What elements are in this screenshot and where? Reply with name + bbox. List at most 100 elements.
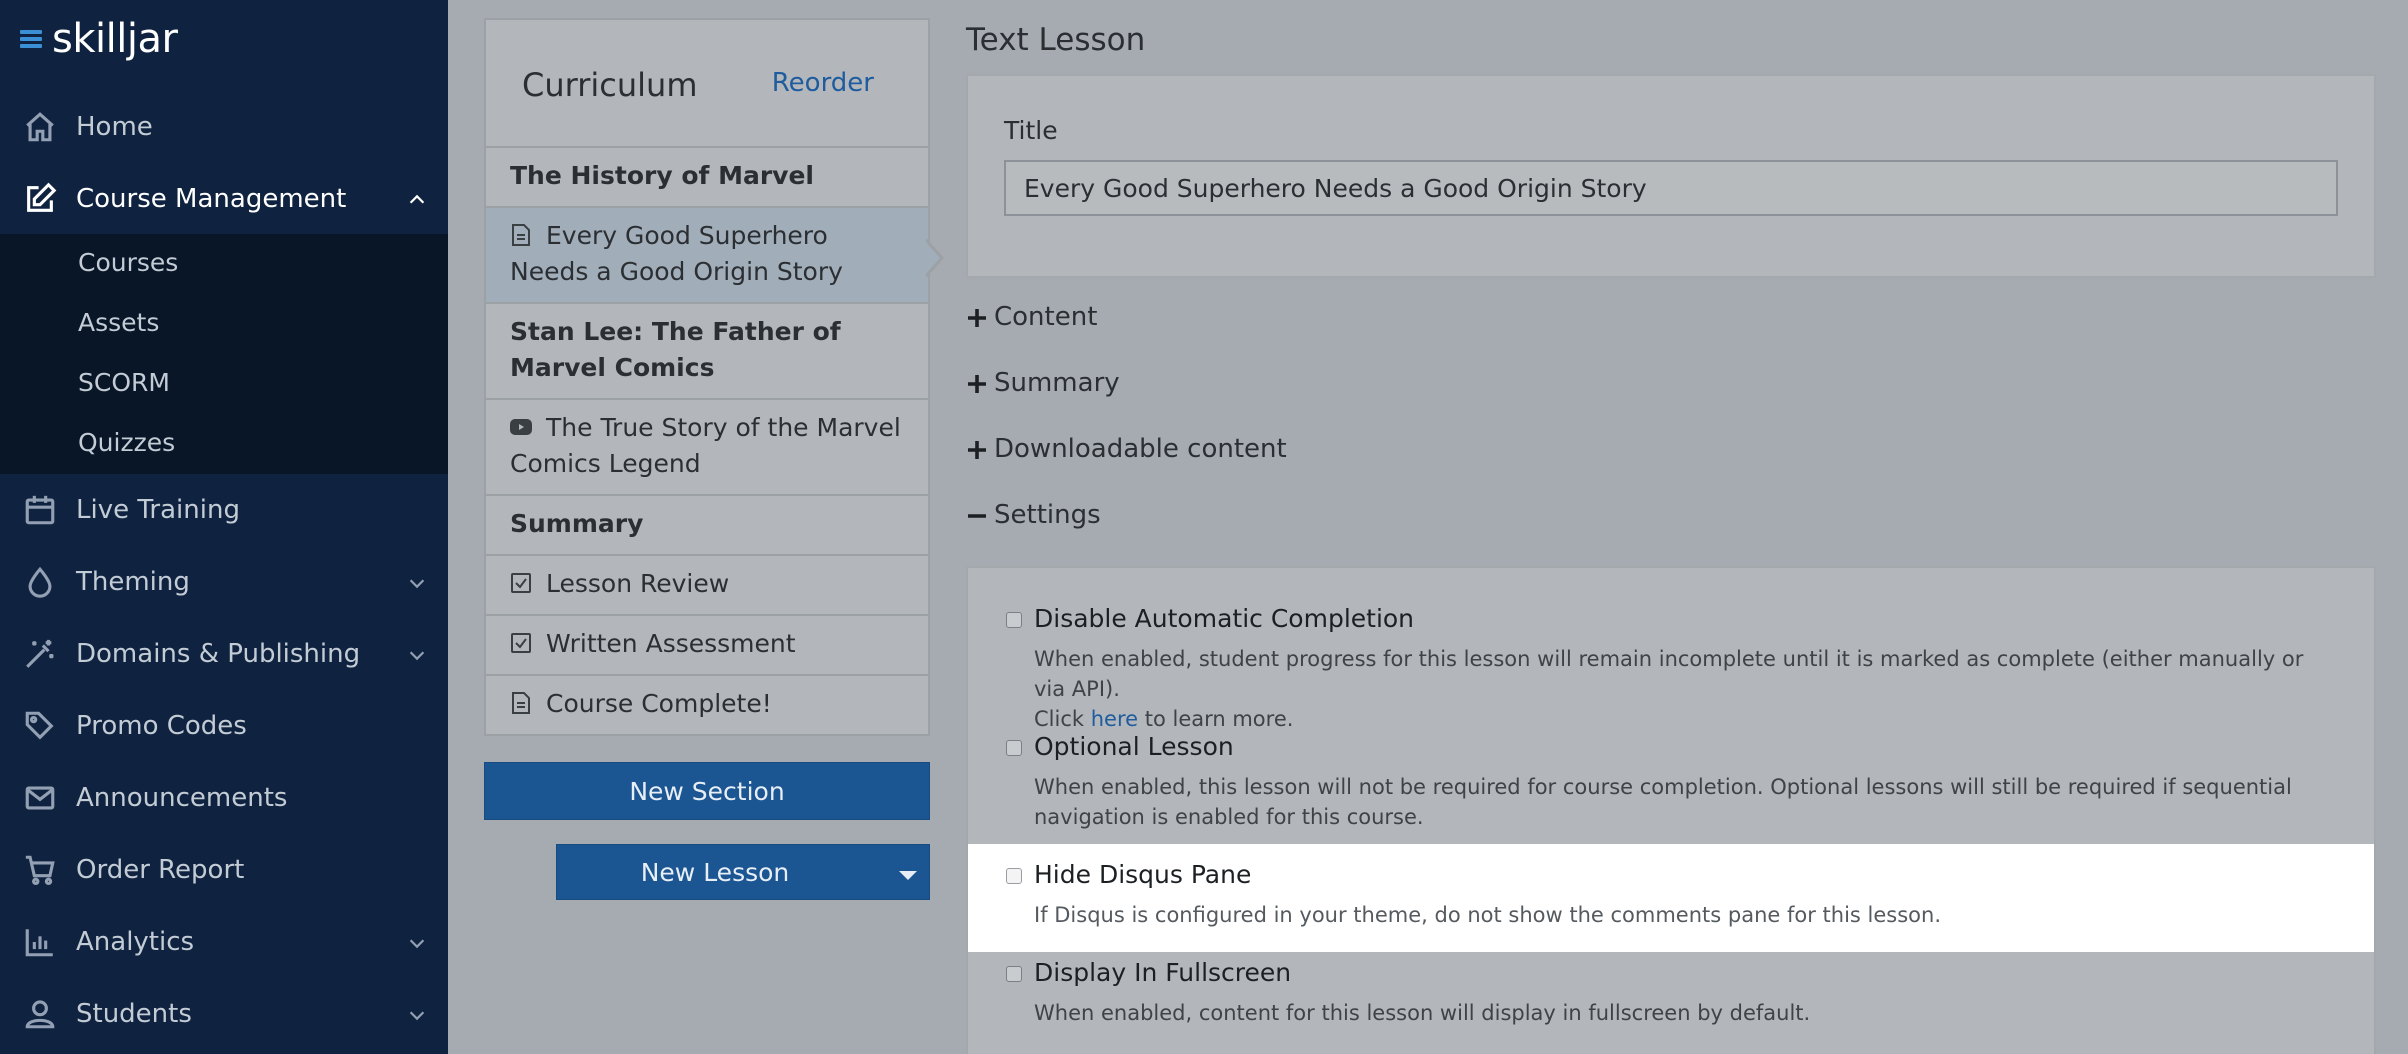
setting-display-in-fullscreen: Display In Fullscreen When enabled, cont…	[968, 952, 2374, 1052]
setting-title: Optional Lesson	[1034, 732, 1234, 761]
curriculum-title: Curriculum	[522, 66, 698, 104]
sidebar-item-label: Order Report	[76, 855, 245, 885]
caret-down-icon[interactable]	[899, 871, 917, 880]
curriculum-section[interactable]: Stan Lee: The Father of Marvel Comics	[484, 304, 930, 400]
sidebar-subitem-scorm[interactable]: SCORM	[78, 368, 170, 397]
curriculum-section[interactable]: Summary	[484, 496, 930, 556]
magic-wand-icon	[22, 636, 58, 672]
sidebar-item-label: Students	[76, 999, 192, 1029]
minus-icon	[966, 504, 988, 526]
curriculum-lesson[interactable]: The True Story of the Marvel Comics Lege…	[484, 400, 930, 496]
chevron-down-icon	[406, 931, 428, 953]
title-panel: Title Every Good Superhero Needs a Good …	[966, 74, 2376, 278]
logo-text: skilljar	[52, 16, 178, 62]
sidebar-item-label: Promo Codes	[76, 711, 247, 741]
lesson-title: Every Good Superhero Needs a Good Origin…	[510, 221, 843, 286]
lesson-title: Course Complete!	[546, 689, 772, 718]
chevron-up-icon	[406, 188, 428, 210]
checkbox-icon	[510, 629, 532, 653]
plus-icon	[966, 438, 988, 460]
selection-pointer-fill	[924, 240, 940, 276]
sidebar-subitem-courses[interactable]: Courses	[78, 248, 178, 277]
sidebar-item-order-report[interactable]: Order Report	[0, 834, 448, 906]
section-title: The History of Marvel	[510, 161, 814, 190]
setting-title: Display In Fullscreen	[1034, 958, 1292, 987]
user-icon	[22, 996, 58, 1032]
setting-description: When enabled, this lesson will not be re…	[1034, 775, 2292, 829]
curriculum-lesson[interactable]: Course Complete!	[484, 676, 930, 736]
section-title: Summary	[510, 509, 644, 538]
disable-automatic-completion-checkbox[interactable]	[1006, 612, 1022, 628]
cart-icon	[22, 852, 58, 888]
chevron-down-icon	[406, 1003, 428, 1025]
accordion-settings[interactable]: Settings	[966, 500, 1101, 530]
setting-hide-disqus-pane: Hide Disqus Pane If Disqus is configured…	[968, 844, 2374, 952]
sidebar-item-promo-codes[interactable]: Promo Codes	[0, 690, 448, 762]
curriculum-section[interactable]: The History of Marvel	[484, 148, 930, 208]
sidebar-item-label: Course Management	[76, 184, 347, 214]
tags-icon	[22, 708, 58, 744]
section-title: Stan Lee: The Father of Marvel Comics	[510, 317, 841, 382]
display-in-fullscreen-checkbox[interactable]	[1006, 966, 1022, 982]
curriculum-lesson[interactable]: Lesson Review	[484, 556, 930, 616]
chevron-down-icon	[406, 643, 428, 665]
new-section-button[interactable]: New Section	[484, 762, 930, 820]
sidebar-subitem-assets[interactable]: Assets	[78, 308, 159, 337]
new-lesson-button[interactable]: New Lesson	[556, 844, 930, 900]
setting-description: If Disqus is configured in your theme, d…	[1034, 903, 1941, 927]
setting-disable-automatic-completion: Disable Automatic Completion When enable…	[968, 588, 2374, 731]
curriculum-header: Curriculum Reorder	[484, 18, 930, 148]
sidebar-item-theming[interactable]: Theming	[0, 546, 448, 618]
sidebar-subitem-quizzes[interactable]: Quizzes	[78, 428, 175, 457]
sidebar-item-label: Analytics	[76, 927, 195, 957]
reorder-link[interactable]: Reorder	[772, 68, 874, 98]
sidebar-item-label: Theming	[76, 567, 190, 597]
bar-chart-icon	[22, 924, 58, 960]
curriculum-panel: Curriculum Reorder The History of Marvel…	[484, 18, 930, 900]
page-title: Text Lesson	[966, 22, 1146, 58]
lesson-title: Written Assessment	[546, 629, 796, 658]
sidebar-item-announcements[interactable]: Announcements	[0, 762, 448, 834]
sidebar-item-label: Live Training	[76, 495, 240, 525]
sidebar-item-home[interactable]: Home	[0, 91, 448, 163]
plus-icon	[966, 372, 988, 394]
optional-lesson-checkbox[interactable]	[1006, 740, 1022, 756]
setting-description-text: When enabled, student progress for this …	[1034, 647, 2304, 701]
title-label: Title	[1004, 116, 1058, 145]
lesson-title: The True Story of the Marvel Comics Lege…	[510, 413, 901, 478]
curriculum-lesson-selected[interactable]: Every Good Superhero Needs a Good Origin…	[484, 208, 930, 304]
checkbox-icon	[510, 569, 532, 593]
setting-title: Hide Disqus Pane	[1034, 860, 1252, 889]
title-input[interactable]: Every Good Superhero Needs a Good Origin…	[1004, 160, 2338, 216]
sidebar-item-label: Announcements	[76, 783, 288, 813]
new-section-label: New Section	[629, 776, 785, 806]
accordion-label: Downloadable content	[994, 434, 1287, 464]
curriculum-lesson[interactable]: Written Assessment	[484, 616, 930, 676]
sidebar-item-label: Domains & Publishing	[76, 639, 361, 669]
accordion-label: Content	[994, 302, 1098, 332]
hide-disqus-pane-checkbox[interactable]	[1006, 868, 1022, 884]
setting-title: Disable Automatic Completion	[1034, 604, 1415, 633]
calendar-icon	[22, 492, 58, 528]
accordion-downloadable-content[interactable]: Downloadable content	[966, 434, 1287, 464]
home-icon	[22, 109, 58, 145]
accordion-summary[interactable]: Summary	[966, 368, 1120, 398]
plus-icon	[966, 306, 988, 328]
sidebar-item-domains-publishing[interactable]: Domains & Publishing	[0, 618, 448, 690]
accordion-content[interactable]: Content	[966, 302, 1097, 332]
edit-icon	[22, 181, 58, 217]
sidebar-item-students[interactable]: Students	[0, 978, 448, 1050]
setting-optional-lesson: Optional Lesson When enabled, this lesso…	[968, 716, 2374, 832]
logo-mark-icon	[20, 26, 48, 52]
new-lesson-label: New Lesson	[640, 857, 790, 887]
sidebar-item-course-management[interactable]: Course Management	[0, 163, 448, 235]
skilljar-logo[interactable]: skilljar	[20, 14, 178, 64]
droplet-icon	[22, 564, 58, 600]
course-management-submenu: Courses Assets SCORM Quizzes	[0, 234, 448, 474]
sidebar: skilljar Home Course Management Courses …	[0, 0, 448, 1054]
setting-description: When enabled, content for this lesson wi…	[1034, 1001, 1811, 1025]
sidebar-item-live-training[interactable]: Live Training	[0, 474, 448, 546]
accordion-label: Settings	[994, 500, 1101, 530]
sidebar-item-analytics[interactable]: Analytics	[0, 906, 448, 978]
document-icon	[510, 689, 532, 714]
